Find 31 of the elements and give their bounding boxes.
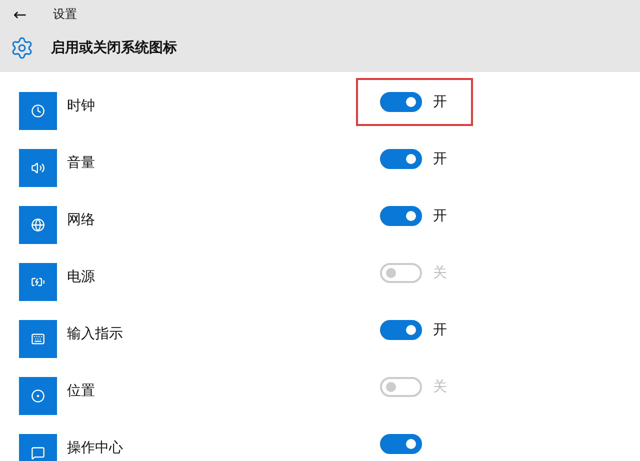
globe-icon bbox=[31, 218, 45, 232]
breadcrumb: 设置 bbox=[53, 6, 77, 22]
page-title: 启用或关闭系统图标 bbox=[51, 39, 177, 57]
item-label: 时钟 bbox=[67, 97, 96, 115]
toggle-state: 关 bbox=[433, 264, 447, 282]
toggle-switch[interactable] bbox=[380, 377, 422, 397]
toggle-switch[interactable] bbox=[380, 206, 422, 226]
battery-icon bbox=[31, 275, 45, 289]
item-label: 网络 bbox=[67, 211, 96, 229]
speaker-icon bbox=[31, 161, 45, 175]
location-icon bbox=[31, 389, 45, 403]
item-label: 输入指示 bbox=[67, 325, 124, 343]
toggle-switch[interactable] bbox=[380, 263, 422, 283]
settings-icon bbox=[10, 36, 34, 60]
toggle-state: 关 bbox=[433, 378, 447, 396]
toggle-state: 开 bbox=[433, 321, 447, 339]
keyboard-icon bbox=[31, 332, 45, 346]
toggle-switch[interactable] bbox=[380, 434, 422, 454]
toggle-switch[interactable] bbox=[380, 92, 422, 112]
message-icon bbox=[31, 446, 45, 460]
item-label: 操作中心 bbox=[67, 439, 124, 457]
toggle-switch[interactable] bbox=[380, 149, 422, 169]
clock-icon bbox=[31, 104, 45, 118]
item-label: 音量 bbox=[67, 154, 96, 172]
item-label: 位置 bbox=[67, 382, 96, 400]
item-label: 电源 bbox=[67, 268, 96, 286]
back-button[interactable]: ← bbox=[10, 4, 30, 24]
toggle-state: 开 bbox=[433, 207, 447, 225]
toggle-switch[interactable] bbox=[380, 320, 422, 340]
toggle-state: 开 bbox=[433, 150, 447, 168]
toggle-state: 开 bbox=[433, 93, 447, 111]
